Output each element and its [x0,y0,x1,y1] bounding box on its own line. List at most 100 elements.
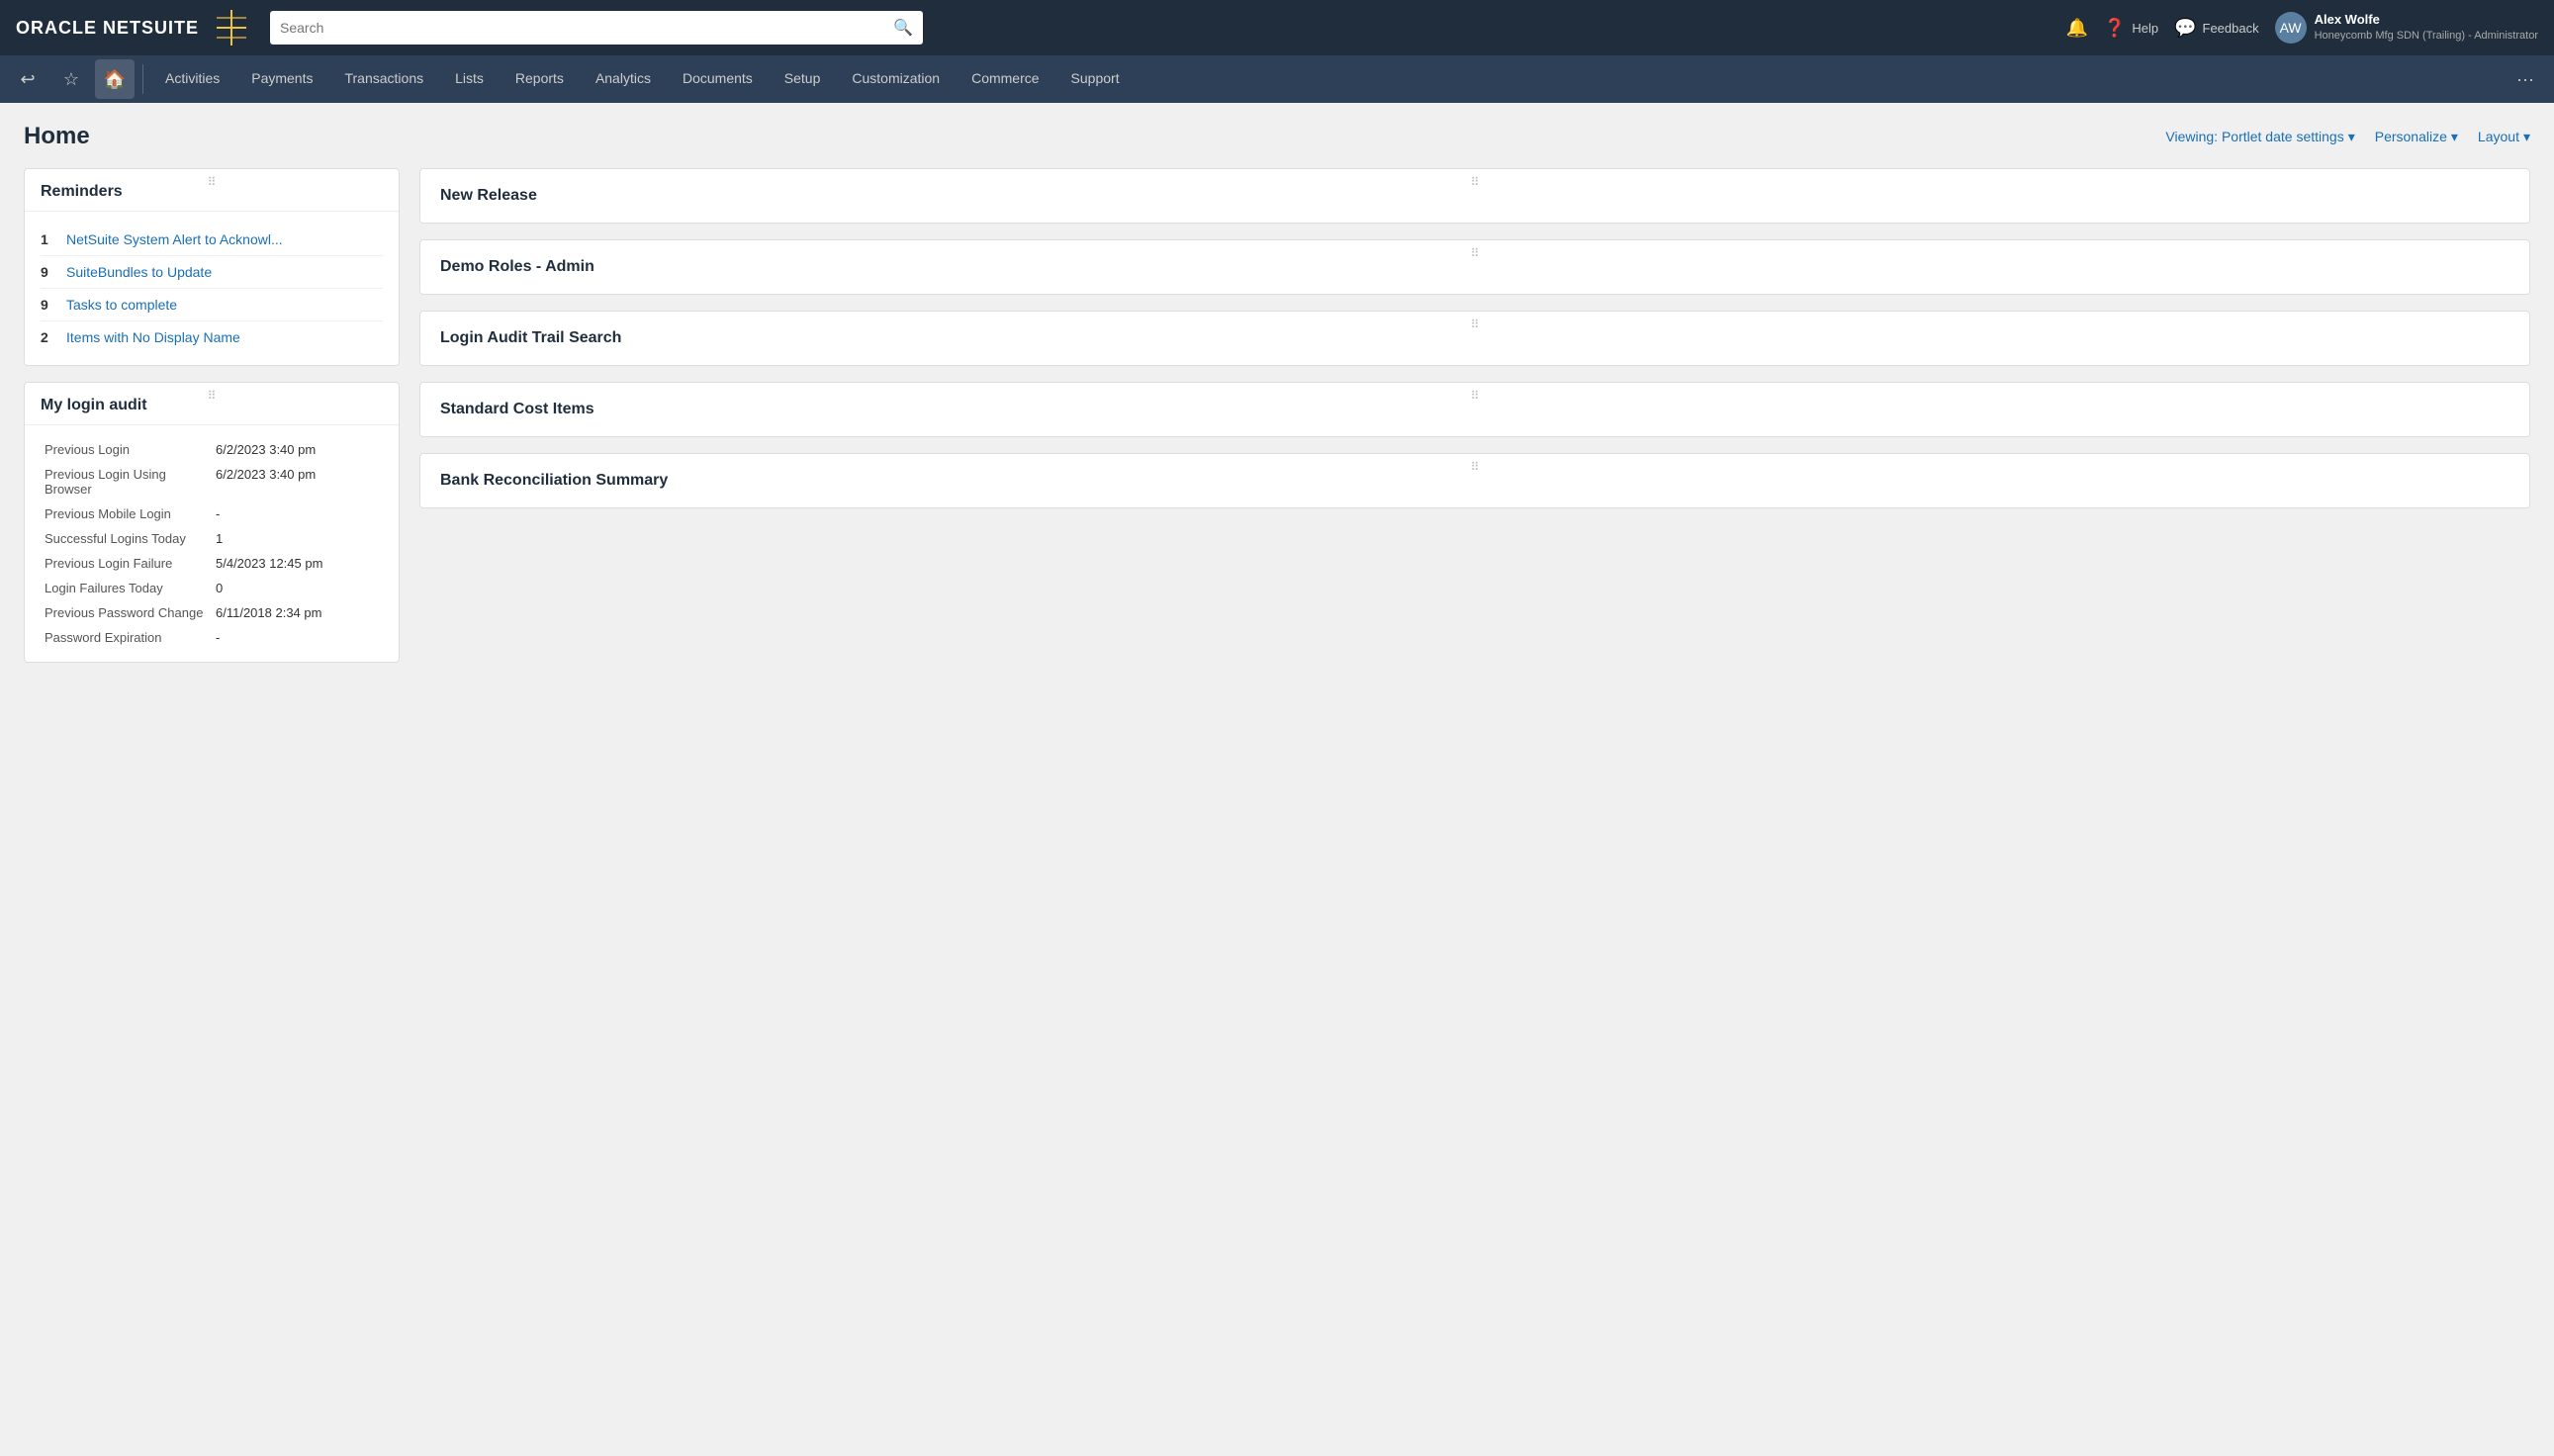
portlet-title: Login Audit Trail Search [440,329,2509,347]
portlet-drag-handle[interactable]: ⠿ [1471,318,1480,331]
audit-label: Previous Password Change [41,600,212,625]
portlet-drag-handle[interactable]: ⠿ [1471,389,1480,403]
topbar-actions: 🔔 ❓ Help 💬 Feedback AW Alex Wolfe Honeyc… [2066,12,2539,44]
nav-support[interactable]: Support [1057,55,1134,103]
reminder-link[interactable]: SuiteBundles to Update [66,264,212,280]
user-name: Alex Wolfe [2315,12,2538,29]
logo-text: ORACLE NETSUITE [16,18,199,39]
nav-customization[interactable]: Customization [838,55,954,103]
nav-analytics[interactable]: Analytics [582,55,665,103]
personalize-label: Personalize [2375,129,2447,144]
nav-setup[interactable]: Setup [771,55,835,103]
avatar: AW [2275,12,2307,44]
search-button[interactable]: 🔍 [893,18,913,38]
search-bar: 🔍 [270,11,923,45]
nav-divider [142,64,143,94]
audit-label: Previous Mobile Login [41,501,212,526]
audit-label: Previous Login Using Browser [41,462,212,501]
favorites-button[interactable]: ☆ [51,59,91,99]
right-portlet: ⠿ Bank Reconciliation Summary [419,453,2530,508]
audit-row: Previous Password Change 6/11/2018 2:34 … [41,600,383,625]
navbar: ↩ ☆ 🏠 Activities Payments Transactions L… [0,55,2554,103]
personalize-link[interactable]: Personalize ▾ [2375,129,2458,145]
portlet-drag-handle[interactable]: ⠿ [1471,460,1480,474]
reminder-link[interactable]: NetSuite System Alert to Acknowl... [66,231,283,247]
reminders-body: 1 NetSuite System Alert to Acknowl... 9 … [25,212,399,365]
feedback-label: Feedback [2203,21,2259,36]
right-portlet: ⠿ Demo Roles - Admin [419,239,2530,295]
right-column: ⠿ New Release ⠿ Demo Roles - Admin ⠿ Log… [419,168,2530,663]
login-audit-body: Previous Login 6/2/2023 3:40 pm Previous… [25,425,399,662]
audit-value: - [212,501,383,526]
login-audit-portlet: ⠿ My login audit Previous Login 6/2/2023… [24,382,400,663]
nav-more-button[interactable]: ··· [2505,69,2546,90]
topbar: ORACLE NETSUITE 🔍 🔔 ❓ Help 💬 Feedback AW [0,0,2554,55]
audit-row: Login Failures Today 0 [41,576,383,600]
audit-label: Password Expiration [41,625,212,650]
audit-label: Previous Login [41,437,212,462]
nav-activities[interactable]: Activities [151,55,233,103]
viewing-portlet-link[interactable]: Viewing: Portlet date settings ▾ [2165,129,2354,145]
reminders-portlet: ⠿ Reminders 1 NetSuite System Alert to A… [24,168,400,366]
reminder-count: 9 [41,297,56,313]
nav-lists[interactable]: Lists [441,55,498,103]
help-button[interactable]: ❓ Help [2104,18,2158,39]
nav-transactions[interactable]: Transactions [330,55,437,103]
viewing-portlet-label: Viewing: Portlet date settings [2165,129,2343,144]
audit-value: 6/11/2018 2:34 pm [212,600,383,625]
nav-commerce[interactable]: Commerce [958,55,1052,103]
notifications-button[interactable]: 🔔 [2066,18,2088,39]
audit-row: Previous Login Failure 5/4/2023 12:45 pm [41,551,383,576]
help-label: Help [2132,21,2158,36]
home-button[interactable]: 🏠 [95,59,135,99]
audit-row: Successful Logins Today 1 [41,526,383,551]
help-icon: ❓ [2104,18,2126,39]
audit-value: 6/2/2023 3:40 pm [212,462,383,501]
logo: ORACLE NETSUITE [16,18,199,39]
layout-chevron-icon: ▾ [2523,129,2530,145]
portlet-title: New Release [440,187,2509,205]
reminder-link[interactable]: Tasks to complete [66,297,177,313]
reminder-count: 1 [41,231,56,247]
right-portlet: ⠿ Standard Cost Items [419,382,2530,437]
audit-table: Previous Login 6/2/2023 3:40 pm Previous… [41,437,383,650]
feedback-button[interactable]: 💬 Feedback [2174,18,2259,39]
login-audit-drag-handle[interactable]: ⠿ [208,389,217,403]
audit-row: Previous Login Using Browser 6/2/2023 3:… [41,462,383,501]
audit-value: - [212,625,383,650]
portlet-drag-handle[interactable]: ⠿ [1471,246,1480,260]
content: Home Viewing: Portlet date settings ▾ Pe… [0,103,2554,682]
audit-label: Login Failures Today [41,576,212,600]
right-portlet: ⠿ New Release [419,168,2530,224]
nav-documents[interactable]: Documents [669,55,767,103]
nav-reports[interactable]: Reports [502,55,578,103]
reminder-item: 9 SuiteBundles to Update [41,256,383,289]
layout-link[interactable]: Layout ▾ [2478,129,2530,145]
layout-label: Layout [2478,129,2519,144]
reminder-count: 9 [41,264,56,280]
avatar-initials: AW [2280,20,2302,36]
audit-row: Previous Login 6/2/2023 3:40 pm [41,437,383,462]
portlet-drag-handle[interactable]: ⠿ [1471,175,1480,189]
reminders-drag-handle[interactable]: ⠿ [208,175,217,189]
page-actions: Viewing: Portlet date settings ▾ Persona… [2165,129,2530,145]
bell-icon: 🔔 [2066,18,2088,39]
separator-icon [217,10,246,46]
user-sub: Honeycomb Mfg SDN (Trailing) - Administr… [2315,29,2538,43]
viewing-chevron-icon: ▾ [2348,129,2355,145]
audit-row: Previous Mobile Login - [41,501,383,526]
reminder-item: 9 Tasks to complete [41,289,383,321]
back-button[interactable]: ↩ [8,59,47,99]
right-portlet: ⠿ Login Audit Trail Search [419,311,2530,366]
audit-value: 0 [212,576,383,600]
portlet-title: Demo Roles - Admin [440,258,2509,276]
audit-label: Successful Logins Today [41,526,212,551]
search-input[interactable] [280,20,885,36]
page-title: Home [24,123,90,150]
user-info[interactable]: AW Alex Wolfe Honeycomb Mfg SDN (Trailin… [2275,12,2538,44]
reminder-item: 1 NetSuite System Alert to Acknowl... [41,224,383,256]
audit-row: Password Expiration - [41,625,383,650]
reminder-link[interactable]: Items with No Display Name [66,329,240,345]
main-grid: ⠿ Reminders 1 NetSuite System Alert to A… [24,168,2530,663]
nav-payments[interactable]: Payments [237,55,326,103]
